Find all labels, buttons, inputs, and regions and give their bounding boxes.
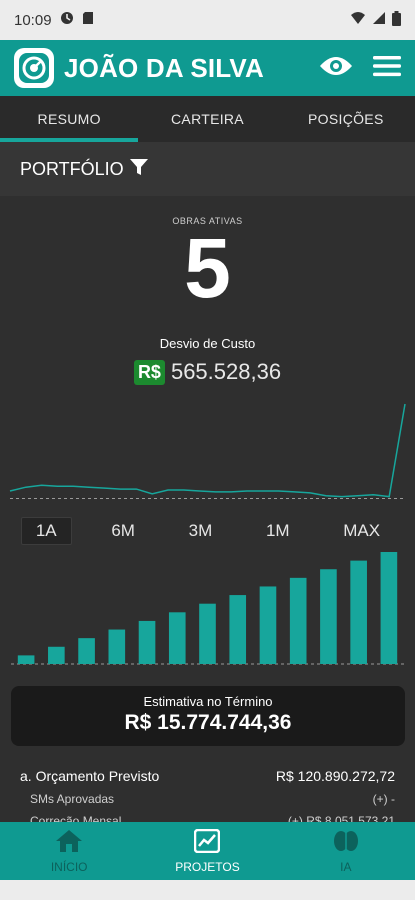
bottom-nav: INÍCIO PROJETOS IA	[0, 822, 415, 880]
filter-icon[interactable]	[129, 158, 148, 181]
portfolio-label: PORTFÓLIO	[20, 158, 124, 179]
kpi-value: 5	[184, 221, 231, 315]
signal-icon	[372, 11, 386, 29]
app-title: JOÃO DA SILVA	[64, 52, 265, 83]
range-1a[interactable]: 1A	[20, 517, 72, 545]
cost-deviation-label: Desvio de Custo	[159, 336, 256, 351]
bar	[78, 638, 95, 664]
app-logo-icon[interactable]	[14, 48, 54, 88]
bar	[229, 595, 247, 664]
list-item: a. Orçamento Previsto R$ 120.890.272,72	[0, 764, 415, 788]
breakdown-value: R$ 120.890.272,72	[275, 768, 395, 784]
summary-panel: OBRAS ATIVAS 5 Desvio de Custo R$ 565.52…	[0, 196, 415, 828]
app-bar: JOÃO DA SILVA	[0, 40, 415, 96]
estimate-label: Estimativa no Término	[143, 694, 273, 709]
tab-carteira[interactable]: CARTEIRA	[138, 96, 276, 142]
list-item: SMs Aprovadas (+) -	[0, 788, 415, 810]
bar	[199, 603, 216, 664]
chart-icon	[194, 828, 221, 856]
breakdown-label: SMs Aprovadas	[30, 792, 115, 806]
bar	[108, 629, 126, 664]
line-series	[9, 403, 406, 498]
tab-posicoes[interactable]: POSIÇÕES	[277, 96, 415, 142]
portfolio-filter-bar[interactable]: PORTFÓLIO	[0, 142, 415, 196]
menu-icon[interactable]	[373, 54, 401, 83]
breakdown-value: (+) -	[372, 792, 395, 806]
currency-badge: R$	[133, 359, 165, 385]
breakdown-label: a. Orçamento Previsto	[20, 768, 160, 784]
nav-label: IA	[340, 859, 352, 874]
bar	[289, 577, 307, 664]
nav-label: INÍCIO	[50, 859, 88, 874]
bar	[48, 646, 65, 664]
range-1m[interactable]: 1M	[252, 518, 304, 544]
system-nav-bar	[0, 880, 415, 900]
range-selector: 1A 6M 3M 1M MAX	[0, 516, 415, 546]
home-icon	[55, 829, 83, 856]
wifi-icon	[350, 11, 366, 29]
nav-projetos[interactable]: PROJETOS	[138, 822, 276, 880]
tab-resumo[interactable]: RESUMO	[0, 96, 139, 142]
bar	[380, 552, 398, 664]
range-3m[interactable]: 3M	[175, 518, 227, 544]
bar	[138, 620, 156, 664]
status-time: 10:09	[14, 11, 52, 29]
bar	[17, 655, 35, 664]
nav-inicio[interactable]: INÍCIO	[0, 822, 138, 880]
range-max[interactable]: MAX	[329, 518, 394, 544]
brain-icon	[333, 829, 359, 856]
status-bar: 10:09	[0, 0, 415, 40]
line-chart	[9, 403, 406, 500]
nav-ia[interactable]: IA	[277, 822, 415, 880]
battery-icon	[392, 10, 401, 30]
bar	[350, 560, 367, 664]
range-6m[interactable]: 6M	[97, 518, 149, 544]
bar	[320, 569, 337, 664]
bar	[259, 586, 277, 664]
bar	[168, 612, 186, 664]
cost-deviation-amount: R$ 565.528,36	[0, 359, 415, 385]
eye-icon[interactable]	[319, 54, 353, 83]
bar-chart	[11, 552, 404, 665]
top-tabs: RESUMO CARTEIRA POSIÇÕES	[0, 96, 415, 142]
data-saver-icon	[60, 11, 74, 29]
estimate-card: Estimativa no Término R$ 15.774.744,36	[11, 686, 405, 746]
sim-card-icon	[82, 11, 94, 29]
nav-label: PROJETOS	[175, 859, 240, 874]
estimate-value: R$ 15.774.744,36	[124, 711, 292, 734]
amount-value: 565.528,36	[170, 359, 282, 384]
